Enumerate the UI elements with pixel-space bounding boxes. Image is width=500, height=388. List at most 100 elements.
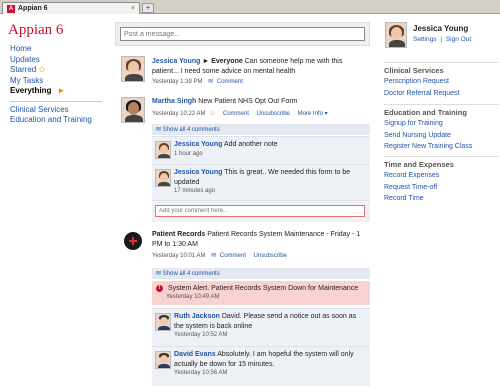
add-comment-input[interactable]: [155, 205, 365, 217]
comment-icon: ✉: [208, 79, 214, 85]
send-nursing-update-link[interactable]: Send Nursing Update: [384, 130, 499, 142]
comment-text: Add another note: [223, 141, 278, 148]
nav-my-tasks[interactable]: My Tasks: [10, 76, 105, 87]
post-meta: Yesterday 1:39 PM ✉ Comment: [152, 78, 367, 88]
avatar[interactable]: [155, 351, 171, 369]
appian-logo[interactable]: Appian 6: [8, 22, 63, 39]
alert-icon: !: [156, 284, 163, 292]
sign-out-link[interactable]: Sign Out: [446, 36, 471, 43]
new-tab-button[interactable]: +: [142, 3, 154, 13]
nav-everything-label: Everything: [10, 86, 52, 95]
comment-link[interactable]: Comment: [223, 111, 249, 117]
nav-clinical-services[interactable]: Clinical Services: [10, 105, 105, 116]
signup-training-link[interactable]: Signup for Training: [384, 118, 499, 130]
comment-body: Jessica Young Add another note 1 hour ag…: [174, 140, 366, 159]
avatar[interactable]: [155, 313, 171, 331]
post-body: Patient Records Patient Records System M…: [152, 230, 367, 262]
comment: Jessica Young This is great.. We needed …: [152, 164, 370, 200]
comment-author[interactable]: David Evans: [174, 351, 216, 358]
user-name[interactable]: Jessica Young: [413, 24, 468, 33]
comment-body: David Evans Absolutely. I am hopeful the…: [174, 350, 366, 379]
comment-body: Jessica Young This is great.. We needed …: [174, 168, 366, 197]
doctor-referral-link[interactable]: Doctor Referral Request: [384, 88, 499, 100]
comments-icon: ✉: [156, 271, 162, 277]
nav-starred-label: Starred: [10, 65, 37, 74]
post-time: Yesterday 10:22 AM: [152, 110, 206, 117]
unsubscribe-link[interactable]: Unsubscribe: [257, 111, 290, 117]
user-avatar[interactable]: [385, 22, 407, 48]
comment-time: Yesterday 10:56 AM: [174, 370, 228, 376]
post-time: Yesterday 10:01 AM: [152, 253, 206, 259]
post-author[interactable]: Martha Singh: [152, 98, 196, 105]
post-message-input[interactable]: [120, 27, 365, 41]
post-target: Everyone: [211, 58, 243, 65]
section-title: Education and Training: [384, 104, 499, 118]
alert-text: System Alert. Patient Records System Dow…: [167, 285, 359, 292]
comments-icon: ✉: [156, 127, 162, 133]
avatar[interactable]: [155, 141, 171, 159]
nav-home[interactable]: Home: [10, 44, 105, 55]
time-expenses-section: Time and Expenses Record Expenses Reques…: [384, 156, 499, 205]
post-arrow-icon: ►: [202, 58, 210, 65]
avatar[interactable]: [121, 97, 145, 123]
post-author[interactable]: Jessica Young: [152, 58, 200, 65]
comment-author[interactable]: Jessica Young: [174, 169, 222, 176]
nav-divider: [10, 100, 102, 102]
system-alert: ! System Alert. Patient Records System D…: [152, 281, 370, 305]
settings-link[interactable]: Settings: [413, 36, 437, 43]
request-time-off-link[interactable]: Request Time-off: [384, 182, 499, 194]
nav-everything[interactable]: Everything ►: [10, 86, 105, 97]
comment-time: 17 minutes ago: [174, 188, 216, 194]
post-meta: Yesterday 10:01 AM ✉ Comment Unsubscribe: [152, 252, 367, 262]
reply-box: [152, 200, 370, 222]
register-training-class-link[interactable]: Register New Training Class: [384, 141, 499, 153]
unsubscribe-link[interactable]: Unsubscribe: [254, 253, 287, 259]
alert-time: Yesterday 10:49 AM: [166, 294, 220, 300]
feed-post: Martha Singh New Patient NHS Opt Out For…: [115, 96, 370, 222]
show-all-comments[interactable]: ✉ Show all 4 comments: [152, 124, 370, 135]
post-text: New Patient NHS Opt Out Form: [198, 98, 298, 105]
comment-body: Ruth Jackson David. Please send a notice…: [174, 312, 366, 341]
comment-link[interactable]: Comment: [220, 253, 246, 259]
clinical-services-section: Clinical Services Perscription Request D…: [384, 62, 499, 99]
avatar[interactable]: [155, 169, 171, 187]
user-links: Settings | Sign Out: [413, 36, 473, 43]
perscription-request-link[interactable]: Perscription Request: [384, 76, 499, 88]
show-all-label: Show all 4 comments: [162, 271, 220, 277]
comment-link[interactable]: Comment: [217, 79, 243, 85]
nav-education-training[interactable]: Education and Training: [10, 115, 105, 126]
education-training-section: Education and Training Signup for Traini…: [384, 104, 499, 153]
star-icon[interactable]: ✩: [210, 111, 215, 117]
nav-updates[interactable]: Updates: [10, 55, 105, 66]
browser-tab[interactable]: A Appian 6 ×: [2, 2, 140, 14]
comment-time: 1 hour ago: [174, 150, 203, 157]
nav-starred[interactable]: Starred ✩: [10, 65, 105, 76]
more-info-dropdown[interactable]: More Info ▾: [298, 111, 328, 117]
show-all-label: Show all 4 comments: [162, 127, 220, 133]
record-expenses-link[interactable]: Record Expenses: [384, 170, 499, 182]
comment-author[interactable]: Ruth Jackson: [174, 313, 220, 320]
comment: David Evans Absolutely. I am hopeful the…: [152, 346, 370, 386]
comment-author[interactable]: Jessica Young: [174, 141, 222, 148]
section-title: Time and Expenses: [384, 156, 499, 170]
post-body: Martha Singh New Patient NHS Opt Out For…: [152, 97, 367, 119]
close-tab-icon[interactable]: ×: [131, 5, 135, 12]
post-time: Yesterday 1:39 PM: [152, 79, 203, 85]
record-time-link[interactable]: Record Time: [384, 193, 499, 205]
star-icon: ✩: [38, 65, 46, 74]
avatar[interactable]: [121, 56, 145, 82]
show-all-comments[interactable]: ✉ Show all 4 comments: [152, 268, 370, 279]
feed-post: Patient Records Patient Records System M…: [115, 228, 370, 388]
comment: Ruth Jackson David. Please send a notice…: [152, 308, 370, 346]
post-composer: [115, 22, 370, 46]
post-author[interactable]: Patient Records: [152, 231, 205, 238]
appian-favicon-icon: A: [7, 4, 15, 13]
comment-time: Yesterday 10:52 AM: [174, 332, 228, 338]
link-separator: |: [440, 36, 443, 43]
left-navigation: Home Updates Starred ✩ My Tasks Everythi…: [10, 44, 105, 126]
medical-cross-icon: [124, 232, 142, 250]
post-meta: Yesterday 10:22 AM ✩ Comment Unsubscribe…: [152, 110, 367, 120]
browser-tab-bar: A Appian 6 × +: [0, 0, 500, 14]
post-body: Jessica Young ► Everyone Can someone hel…: [152, 57, 367, 88]
comment-icon: ✉: [211, 253, 217, 259]
